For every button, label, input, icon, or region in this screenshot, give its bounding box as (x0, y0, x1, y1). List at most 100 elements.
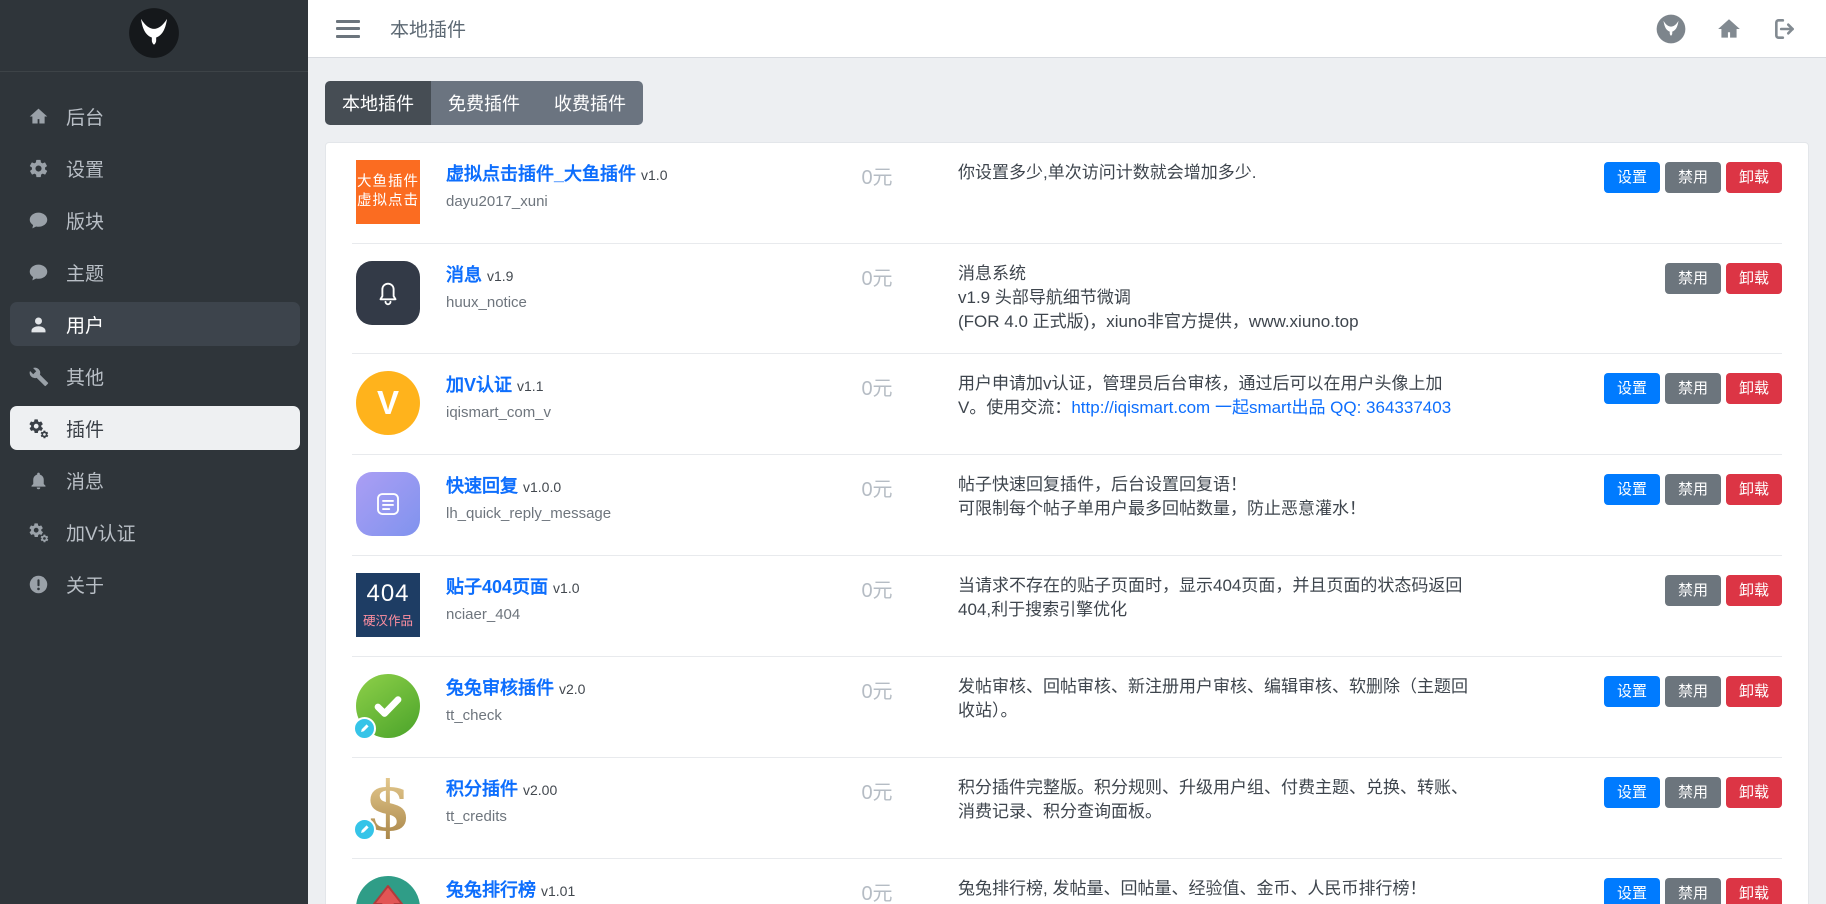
plugin-actions: 设置 禁用 卸载 (1604, 472, 1782, 505)
icon-text: 404 (366, 581, 409, 607)
menu-toggle-icon[interactable] (336, 20, 360, 38)
plugin-id: tt_credits (446, 808, 796, 825)
plugin-id: lh_quick_reply_message (446, 505, 796, 522)
plugin-name-link[interactable]: 积分插件 (446, 779, 518, 799)
sidebar-item-v-verify[interactable]: 加V认证 (10, 510, 300, 554)
plugin-version: v1.0 (641, 167, 667, 183)
tab-local-plugins[interactable]: 本地插件 (325, 81, 431, 125)
sidebar-item-about[interactable]: 关于 (10, 562, 300, 606)
disable-button[interactable]: 禁用 (1665, 676, 1721, 707)
plugin-actions: 设置 禁用 卸载 (1604, 371, 1782, 404)
plugin-name-link[interactable]: 消息 (446, 265, 482, 285)
plugin-description: 兔兔排行榜, 发帖量、回帖量、经验值、金币、人民币排行榜！ (958, 876, 1578, 901)
settings-button[interactable]: 设置 (1604, 777, 1660, 808)
plugin-version: v1.0.0 (523, 479, 561, 495)
settings-button[interactable]: 设置 (1604, 676, 1660, 707)
uninstall-button[interactable]: 卸载 (1726, 162, 1782, 193)
sidebar-item-settings[interactable]: 设置 (10, 146, 300, 190)
plugin-name-link[interactable]: 兔兔排行榜 (446, 880, 536, 900)
wrench-icon (28, 366, 49, 387)
sidebar-item-themes[interactable]: 主题 (10, 250, 300, 294)
plugin-row: 快速回复v1.0.0 lh_quick_reply_message 0元 帖子快… (352, 455, 1782, 556)
settings-button[interactable]: 设置 (1604, 373, 1660, 404)
plugin-description: 积分插件完整版。积分规则、升级用户组、付费主题、兑换、转账、 消费记录、积分查询… (958, 775, 1578, 824)
icon-text: 虚拟点击 (357, 192, 419, 211)
uninstall-button[interactable]: 卸载 (1726, 474, 1782, 505)
plugin-version: v1.9 (487, 268, 513, 284)
home-icon (28, 106, 49, 127)
settings-button[interactable]: 设置 (1604, 162, 1660, 193)
sidebar-item-label: 其他 (66, 363, 104, 390)
sidebar-item-plugins[interactable]: 插件 (10, 406, 300, 450)
disable-button[interactable]: 禁用 (1665, 878, 1721, 904)
plugin-row: 兔兔排行榜v1.01 tt_ranklist 0元 兔兔排行榜, 发帖量、回帖量… (352, 859, 1782, 904)
disable-button[interactable]: 禁用 (1665, 575, 1721, 606)
plugin-row: 兔兔审核插件v2.0 tt_check 0元 发帖审核、回帖审核、新注册用户审核… (352, 657, 1782, 758)
uninstall-button[interactable]: 卸载 (1726, 878, 1782, 904)
plugin-name-link[interactable]: 虚拟点击插件_大鱼插件 (446, 164, 636, 184)
disable-button[interactable]: 禁用 (1665, 474, 1721, 505)
icon-text: V (377, 384, 399, 422)
tab-free-plugins[interactable]: 免费插件 (431, 81, 537, 125)
plugin-row: 大鱼插件 虚拟点击 虚拟点击插件_大鱼插件v1.0 dayu2017_xuni … (352, 143, 1782, 244)
uninstall-button[interactable]: 卸载 (1726, 263, 1782, 294)
plugin-name-link[interactable]: 加V认证 (446, 375, 512, 395)
plugin-price: 0元 (822, 573, 932, 603)
sidebar-item-other[interactable]: 其他 (10, 354, 300, 398)
plugin-list: 大鱼插件 虚拟点击 虚拟点击插件_大鱼插件v1.0 dayu2017_xuni … (325, 142, 1809, 904)
sidebar-item-label: 设置 (66, 155, 104, 182)
plugin-id: tt_check (446, 707, 796, 724)
uninstall-button[interactable]: 卸载 (1726, 373, 1782, 404)
plugin-description: 发帖审核、回帖审核、新注册用户审核、编辑审核、软删除（主题回 收站）。 (958, 674, 1578, 723)
edit-badge-icon (353, 717, 376, 740)
plugin-name-link[interactable]: 快速回复 (446, 476, 518, 496)
topbar-actions (1656, 14, 1798, 44)
plugin-icon-v: V (356, 371, 420, 435)
plugin-price: 0元 (822, 261, 932, 291)
sidebar-item-messages[interactable]: 消息 (10, 458, 300, 502)
plugin-price: 0元 (822, 876, 932, 904)
logout-icon[interactable] (1772, 16, 1798, 42)
sidebar-item-forums[interactable]: 版块 (10, 198, 300, 242)
disable-button[interactable]: 禁用 (1665, 373, 1721, 404)
sidebar-item-users[interactable]: 用户 (10, 302, 300, 346)
sidebar-item-dashboard[interactable]: 后台 (10, 94, 300, 138)
sidebar-item-label: 消息 (66, 467, 104, 494)
sidebar-logo-area (0, 0, 308, 72)
disable-button[interactable]: 禁用 (1665, 777, 1721, 808)
plugin-price: 0元 (822, 674, 932, 704)
disable-button[interactable]: 禁用 (1665, 162, 1721, 193)
plugin-actions: 设置 禁用 卸载 (1604, 876, 1782, 904)
plugin-actions: 禁用 卸载 (1665, 261, 1782, 294)
plugin-icon-404: 404 硬汉作品 (356, 573, 420, 637)
bell-icon (28, 470, 49, 491)
plugin-actions: 设置 禁用 卸载 (1604, 775, 1782, 808)
sidebar-item-label: 插件 (66, 415, 104, 442)
plugin-description: 当请求不存在的贴子页面时，显示404页面，并且页面的状态码返回 404,利于搜索… (958, 573, 1578, 622)
xiuno-logo-icon[interactable] (1656, 14, 1686, 44)
settings-button[interactable]: 设置 (1604, 474, 1660, 505)
plugin-name-link[interactable]: 贴子404页面 (446, 577, 548, 597)
plugin-icon-dayu: 大鱼插件 虚拟点击 (356, 160, 420, 224)
sidebar-item-label: 用户 (66, 311, 104, 338)
uninstall-button[interactable]: 卸载 (1726, 575, 1782, 606)
gear-icon (28, 158, 49, 179)
plugin-desc-link[interactable]: http://iqismart.com 一起smart出品 QQ: 364337… (1071, 398, 1451, 417)
uninstall-button[interactable]: 卸载 (1726, 777, 1782, 808)
sidebar: 后台 设置 版块 主题 用户 其他 插件 消息 (0, 0, 308, 904)
note-icon (368, 484, 408, 524)
plugin-id: dayu2017_xuni (446, 193, 796, 210)
uninstall-button[interactable]: 卸载 (1726, 676, 1782, 707)
settings-button[interactable]: 设置 (1604, 878, 1660, 904)
plugin-row: $ 积分插件v2.00 tt_credits 0元 积分插件完整版。积分规则、升… (352, 758, 1782, 859)
comment-icon (28, 210, 49, 231)
plugin-description: 用户申请加v认证，管理员后台审核，通过后可以在用户头像上加 V。使用交流：htt… (958, 371, 1578, 420)
tab-paid-plugins[interactable]: 收费插件 (537, 81, 643, 125)
sidebar-nav: 后台 设置 版块 主题 用户 其他 插件 消息 (0, 72, 308, 610)
page-title: 本地插件 (390, 15, 466, 42)
plugin-price: 0元 (822, 472, 932, 502)
plugin-name-link[interactable]: 兔兔审核插件 (446, 678, 554, 698)
home-icon[interactable] (1716, 16, 1742, 42)
disable-button[interactable]: 禁用 (1665, 263, 1721, 294)
plugin-id: iqismart_com_v (446, 404, 796, 421)
